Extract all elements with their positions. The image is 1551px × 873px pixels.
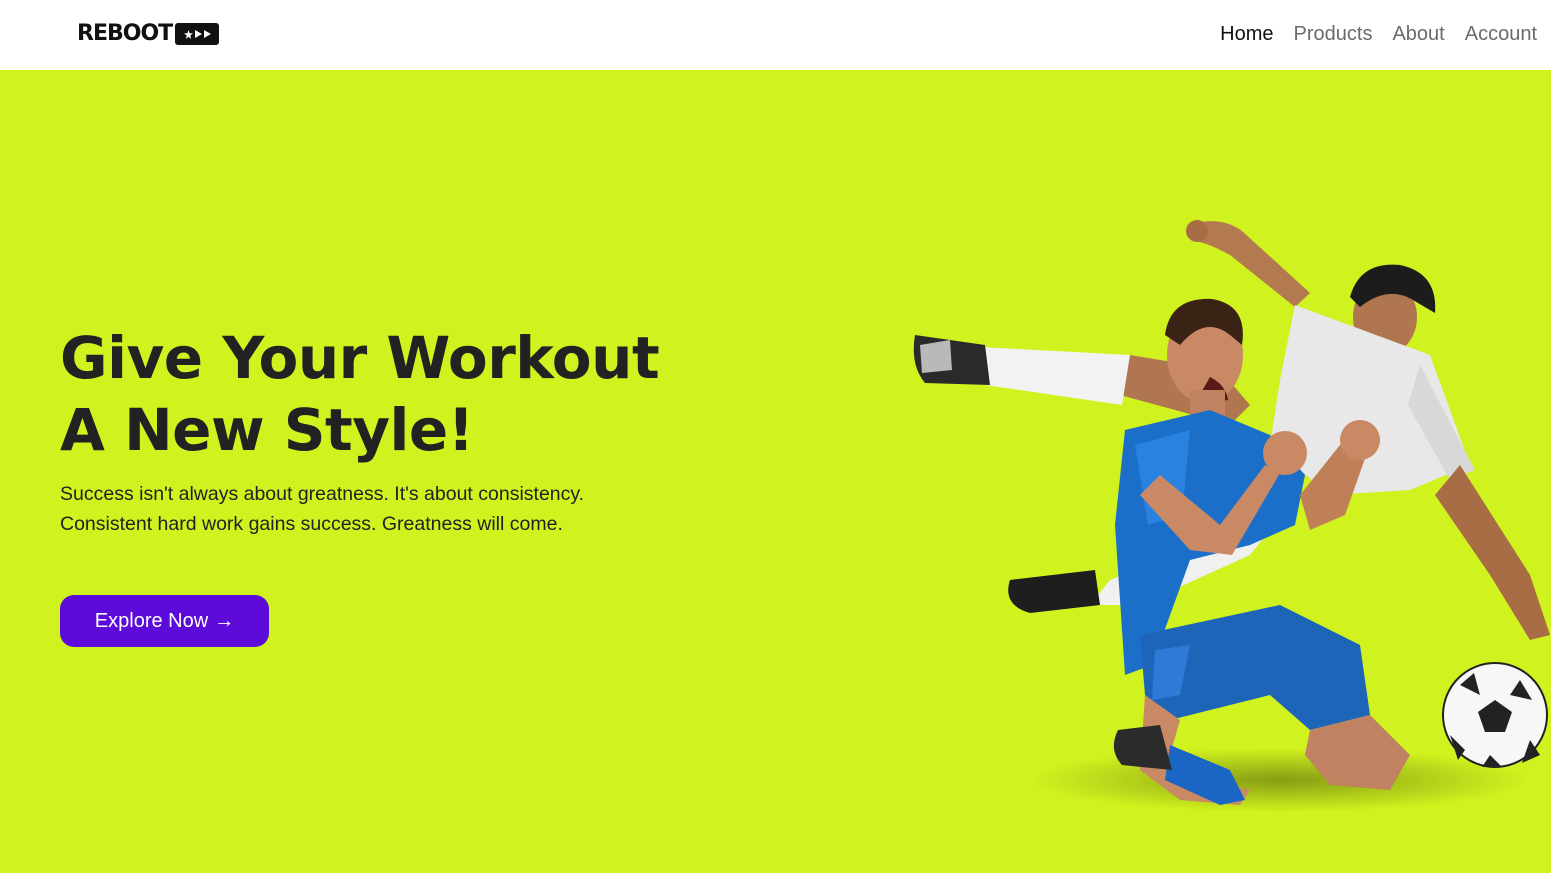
- arrow-right-icon: →: [214, 609, 235, 632]
- nav-link-about[interactable]: About: [1392, 20, 1444, 48]
- landing-page: REBOOT Home Products About Account Give …: [0, 0, 1551, 873]
- nav-link-account[interactable]: Account: [1465, 20, 1537, 48]
- play-icon: [194, 30, 202, 38]
- star-icon: [183, 29, 193, 39]
- soccer-ball-icon: [1442, 662, 1548, 768]
- play-icon: [203, 30, 211, 38]
- hero-subtitle-line-2: Consistent hard work gains success. Grea…: [60, 513, 563, 535]
- logo[interactable]: REBOOT: [77, 21, 220, 46]
- hero-title-line-2: A New Style!: [60, 396, 474, 464]
- nav-link-products[interactable]: Products: [1294, 20, 1373, 48]
- explore-now-label: Explore Now: [94, 609, 209, 632]
- hero-title-line-1: Give Your Workout: [60, 324, 660, 392]
- explore-now-button[interactable]: Explore Now →: [60, 595, 269, 647]
- soccer-players-image: [913, 220, 1550, 812]
- nav-link-home[interactable]: Home: [1220, 20, 1273, 48]
- logo-badge: [175, 23, 220, 45]
- main-nav: Home Products About Account: [1220, 20, 1537, 48]
- navbar: REBOOT Home Products About Account: [0, 0, 1551, 70]
- hero-subtitle: Success isn't always about greatness. It…: [60, 479, 584, 539]
- hero-title: Give Your Workout A New Style!: [60, 322, 660, 466]
- hero-subtitle-line-1: Success isn't always about greatness. It…: [60, 483, 585, 505]
- logo-text: REBOOT: [77, 21, 173, 46]
